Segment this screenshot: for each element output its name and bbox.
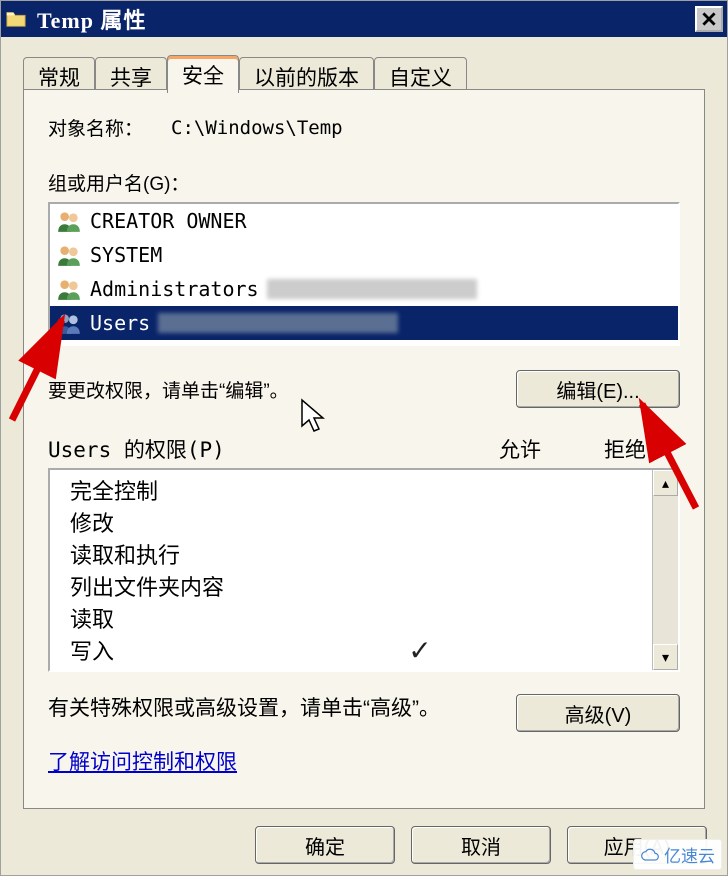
folder-icon — [5, 8, 27, 30]
groups-label: 组或用户名(G)： — [48, 169, 680, 196]
watermark-text: 亿速云 — [664, 842, 715, 867]
window-title: Temp 属性 — [37, 3, 695, 35]
security-panel: 对象名称： C:\Windows\Temp 组或用户名(G)： CREATOR … — [23, 89, 705, 809]
perm-read[interactable]: 读取 — [70, 602, 652, 634]
perm-write[interactable]: 写入 ✓ — [70, 634, 652, 666]
watermark: 亿速云 — [633, 839, 722, 870]
titlebar[interactable]: Temp 属性 — [1, 1, 727, 37]
users-icon — [56, 276, 82, 302]
scroll-down-button[interactable]: ▾ — [653, 644, 678, 670]
tab-general[interactable]: 常规 — [23, 57, 95, 91]
object-name-label: 对象名称： — [48, 114, 143, 141]
users-icon — [56, 310, 82, 336]
tab-label: 以前的版本 — [254, 67, 359, 90]
learn-link[interactable]: 了解访问控制和权限 — [48, 746, 680, 776]
user-row-users[interactable]: Users — [50, 306, 678, 340]
user-name: Administrators — [90, 277, 259, 301]
deny-column-header: 拒绝 — [570, 434, 680, 464]
permission-name: 列出文件夹内容 — [70, 570, 370, 602]
tab-previous-versions[interactable]: 以前的版本 — [239, 57, 374, 91]
chevron-up-icon: ▴ — [662, 475, 669, 492]
dialog-footer: 确定 取消 应用(A) — [1, 815, 727, 875]
users-listbox[interactable]: CREATOR OWNER SYSTEM Administrators User… — [48, 202, 680, 346]
perm-read-execute[interactable]: 读取和执行 — [70, 538, 652, 570]
user-name: SYSTEM — [90, 243, 162, 267]
permission-name: 完全控制 — [70, 474, 370, 506]
tab-label: 共享 — [110, 67, 152, 90]
tab-security[interactable]: 安全 — [167, 55, 239, 93]
tab-strip: 常规 共享 安全 以前的版本 自定义 — [23, 55, 705, 91]
button-label: 高级(V) — [565, 705, 632, 727]
cancel-button[interactable]: 取消 — [411, 826, 551, 864]
scrollbar[interactable]: ▴ ▾ — [652, 470, 678, 670]
permissions-for-label: Users 的权限(P) — [48, 434, 470, 464]
user-row-creator-owner[interactable]: CREATOR OWNER — [50, 204, 678, 238]
permission-name: 读取和执行 — [70, 538, 370, 570]
user-row-administrators[interactable]: Administrators — [50, 272, 678, 306]
perm-list-folder[interactable]: 列出文件夹内容 — [70, 570, 652, 602]
permissions-list[interactable]: 完全控制 修改 读取和执行 列出文件夹内容 — [50, 470, 652, 670]
tab-label: 常规 — [38, 67, 80, 90]
properties-dialog: Temp 属性 常规 共享 安全 以前的版本 自定义 对象名称： C:\Wind… — [0, 0, 728, 876]
redacted-text — [267, 279, 477, 299]
ok-button[interactable]: 确定 — [255, 826, 395, 864]
allow-mark: ✓ — [370, 634, 470, 667]
edit-button[interactable]: 编辑(E)... — [516, 370, 680, 408]
button-label: 确定 — [305, 837, 345, 859]
permission-name: 读取 — [70, 602, 370, 634]
advanced-settings-text: 有关特殊权限或高级设置，请单击“高级”。 — [48, 694, 448, 723]
object-path: C:\Windows\Temp — [171, 117, 343, 139]
user-name: CREATOR OWNER — [90, 209, 247, 233]
user-name: Users — [90, 311, 150, 335]
tab-label: 自定义 — [389, 67, 452, 90]
advanced-button[interactable]: 高级(V) — [516, 694, 680, 732]
permission-name: 修改 — [70, 506, 370, 538]
permissions-listbox: 完全控制 修改 读取和执行 列出文件夹内容 — [48, 468, 680, 672]
scroll-up-button[interactable]: ▴ — [653, 470, 678, 496]
button-label: 取消 — [461, 837, 501, 859]
change-permissions-text: 要更改权限，请单击“编辑”。 — [48, 376, 289, 403]
redacted-text — [158, 313, 398, 333]
close-button[interactable] — [695, 6, 723, 32]
user-row-system[interactable]: SYSTEM — [50, 238, 678, 272]
link-text: 了解访问控制和权限 — [48, 751, 237, 774]
permission-name: 写入 — [70, 634, 370, 666]
close-icon — [702, 12, 716, 26]
tab-share[interactable]: 共享 — [95, 57, 167, 91]
users-icon — [56, 242, 82, 268]
cloud-icon — [640, 848, 660, 862]
allow-column-header: 允许 — [470, 434, 570, 464]
button-label: 编辑(E)... — [556, 381, 639, 403]
tab-custom[interactable]: 自定义 — [374, 57, 467, 91]
tab-label: 安全 — [182, 65, 224, 88]
perm-full-control[interactable]: 完全控制 — [70, 474, 652, 506]
perm-modify[interactable]: 修改 — [70, 506, 652, 538]
chevron-down-icon: ▾ — [662, 649, 669, 666]
users-icon — [56, 208, 82, 234]
